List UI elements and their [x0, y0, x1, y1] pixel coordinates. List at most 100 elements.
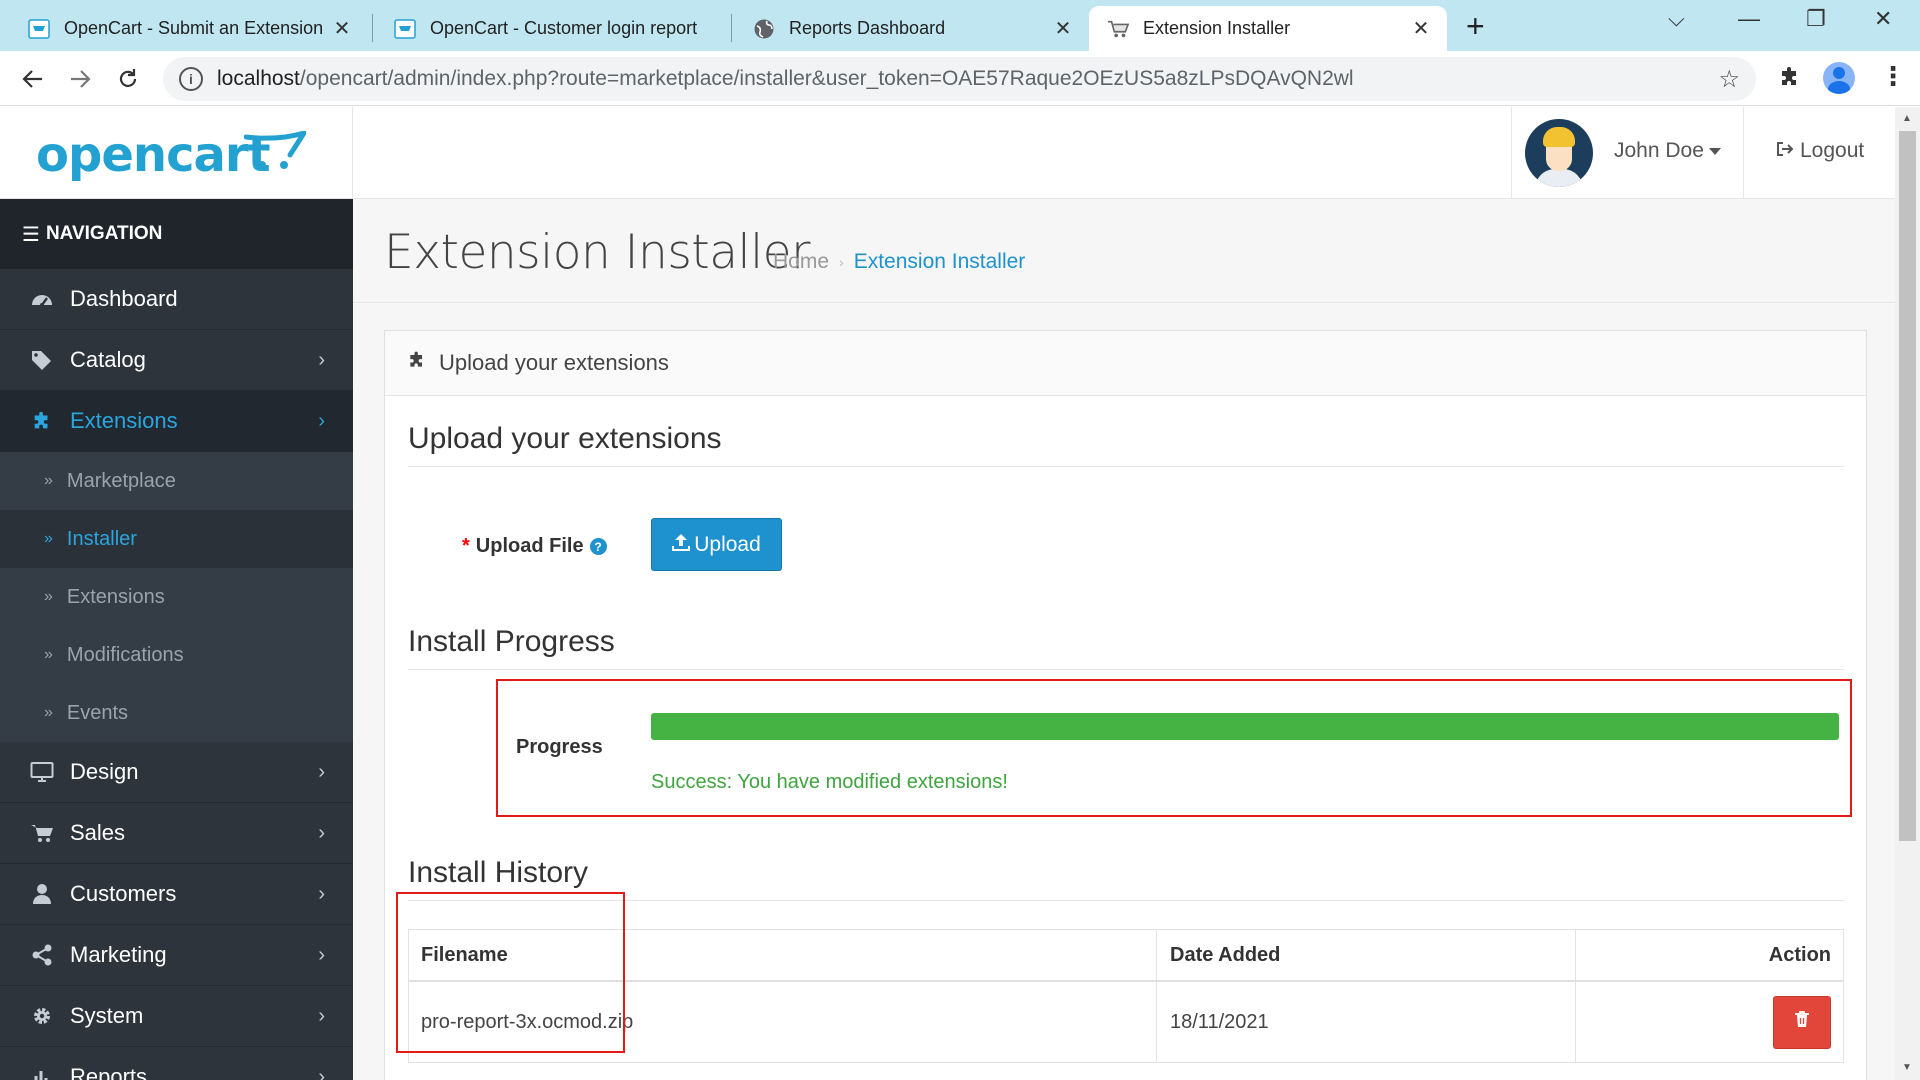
- sidebar-item-customers[interactable]: Customers ›: [0, 864, 353, 925]
- close-window-icon[interactable]: ✕: [1874, 6, 1892, 32]
- web-page: opencart John Doe Logout ☰ NAVIGATION Da…: [0, 107, 1895, 1080]
- restore-icon[interactable]: ❐: [1806, 6, 1826, 32]
- close-tab-icon[interactable]: ✕: [330, 16, 354, 41]
- sidebar-subitem-events[interactable]: » Events: [0, 684, 353, 742]
- chevron-right-icon: ›: [318, 348, 325, 371]
- close-tab-icon[interactable]: ✕: [1409, 16, 1433, 41]
- sidebar-subitem-modifications[interactable]: » Modifications: [0, 626, 353, 684]
- chevron-right-icon: ›: [318, 409, 325, 432]
- upload-button[interactable]: Upload: [651, 518, 782, 571]
- new-tab-plus-icon[interactable]: +: [1466, 8, 1485, 45]
- main-content: Extension Installer Home › Extension Ins…: [353, 199, 1895, 1080]
- double-chevron-icon: »: [44, 530, 53, 547]
- tab-search-chevron-icon[interactable]: ⌵: [1668, 6, 1685, 32]
- sidebar-item-sales[interactable]: Sales ›: [0, 803, 353, 864]
- sidebar-item-marketing[interactable]: Marketing ›: [0, 925, 353, 986]
- extensions-puzzle-icon[interactable]: [1778, 65, 1802, 96]
- required-asterisk: *: [462, 535, 470, 557]
- tab-title: OpenCart - Submit an Extension: [64, 18, 324, 38]
- cart-favicon-icon: [1107, 18, 1129, 40]
- reload-icon[interactable]: [110, 61, 146, 97]
- scroll-up-arrow-icon[interactable]: ▲: [1902, 113, 1912, 124]
- trash-icon: [1794, 1010, 1810, 1034]
- tab-title: Extension Installer: [1143, 18, 1291, 38]
- sidebar-item-extensions[interactable]: Extensions ›: [0, 391, 353, 452]
- breadcrumb-current[interactable]: Extension Installer: [854, 250, 1026, 274]
- tab-divider: [372, 14, 373, 42]
- double-chevron-icon: »: [44, 588, 53, 605]
- page-title: Extension Installer: [384, 225, 810, 280]
- breadcrumb-home[interactable]: Home: [773, 250, 829, 274]
- header-divider: [1511, 107, 1512, 199]
- globe-icon: [753, 18, 775, 40]
- upload-file-label: * Upload File ?: [462, 535, 607, 558]
- double-chevron-icon: »: [44, 704, 53, 721]
- cell-date-added: 18/11/2021: [1157, 982, 1576, 1062]
- panel-heading: Upload your extensions: [385, 331, 1866, 396]
- dashboard-gauge-icon: [28, 289, 56, 309]
- puzzle-piece-icon: [407, 350, 427, 376]
- site-info-icon[interactable]: i: [179, 67, 203, 91]
- url-bar[interactable]: i localhost/opencart/admin/index.php?rou…: [163, 57, 1756, 101]
- shopping-cart-icon: [28, 822, 56, 844]
- sidebar-item-reports[interactable]: Reports ›: [0, 1047, 353, 1080]
- upload-legend: Upload your extensions: [408, 422, 1844, 467]
- browser-tab-reports-dashboard[interactable]: Reports Dashboard ✕: [735, 6, 1089, 51]
- puzzle-piece-icon: [28, 410, 56, 432]
- browser-menu-icon[interactable]: ⋮: [1880, 61, 1906, 92]
- share-icon: [28, 944, 56, 966]
- question-help-icon[interactable]: ?: [589, 538, 607, 555]
- chevron-right-icon: ›: [318, 882, 325, 905]
- cell-action: [1576, 982, 1843, 1062]
- navigation-heading[interactable]: ☰ NAVIGATION: [0, 199, 353, 269]
- sidebar-subitem-installer[interactable]: » Installer: [0, 510, 353, 568]
- progress-highlight-box: [496, 679, 1852, 817]
- user-avatar[interactable]: [1525, 119, 1593, 187]
- upload-icon: [672, 533, 691, 556]
- browser-tab-submit-extension[interactable]: OpenCart - Submit an Extension ✕: [10, 6, 368, 51]
- logout-link[interactable]: Logout: [1776, 139, 1864, 163]
- sidebar-item-dashboard[interactable]: Dashboard: [0, 269, 353, 330]
- sidebar-item-catalog[interactable]: Catalog ›: [0, 330, 353, 391]
- sidebar-subitem-extensions[interactable]: » Extensions: [0, 568, 353, 626]
- tab-title: Reports Dashboard: [789, 18, 946, 38]
- delete-button[interactable]: [1773, 995, 1831, 1049]
- opencart-favicon-icon: [28, 18, 50, 40]
- tab-title: OpenCart - Customer login report: [430, 18, 698, 38]
- bar-chart-icon: [28, 1066, 56, 1080]
- sidebar-item-design[interactable]: Design ›: [0, 742, 353, 803]
- browser-tab-bar: OpenCart - Submit an Extension ✕ OpenCar…: [0, 0, 1920, 51]
- page-header: Extension Installer Home › Extension Ins…: [353, 199, 1895, 303]
- scrollbar-thumb[interactable]: [1899, 131, 1916, 841]
- admin-header: opencart John Doe Logout: [0, 107, 1895, 199]
- scroll-down-arrow-icon[interactable]: ▼: [1902, 1062, 1912, 1073]
- column-header-date-added: Date Added: [1157, 930, 1576, 980]
- chevron-right-icon: ›: [318, 943, 325, 966]
- user-dropdown-caret-icon[interactable]: [1709, 148, 1721, 155]
- double-chevron-icon: »: [44, 472, 53, 489]
- back-arrow-icon[interactable]: [15, 61, 51, 97]
- navigation-sidebar: ☰ NAVIGATION Dashboard Catalog › Extensi…: [0, 199, 353, 1080]
- double-chevron-icon: »: [44, 646, 53, 663]
- forward-arrow-icon[interactable]: [62, 61, 98, 97]
- opencart-logo[interactable]: opencart: [36, 127, 271, 183]
- header-divider: [1743, 107, 1744, 199]
- close-tab-icon[interactable]: ✕: [1051, 16, 1075, 41]
- chevron-right-icon: ›: [318, 1004, 325, 1027]
- minimize-icon[interactable]: —: [1738, 6, 1760, 32]
- sidebar-item-system[interactable]: System ›: [0, 986, 353, 1047]
- bookmark-star-icon[interactable]: ☆: [1718, 65, 1740, 94]
- history-highlight-box: [396, 892, 625, 1053]
- page-scrollbar[interactable]: ▲ ▼: [1895, 107, 1920, 1080]
- breadcrumb-separator-icon: ›: [839, 254, 844, 270]
- user-name[interactable]: John Doe: [1614, 139, 1704, 163]
- tab-divider: [731, 14, 732, 42]
- browser-tab-customer-login-report[interactable]: OpenCart - Customer login report: [376, 6, 730, 51]
- sidebar-subitem-marketplace[interactable]: » Marketplace: [0, 452, 353, 510]
- logo-cart-icon: [244, 131, 306, 169]
- profile-avatar-icon[interactable]: [1823, 62, 1855, 94]
- column-header-action: Action: [1768, 943, 1831, 966]
- chevron-right-icon: ›: [318, 1065, 325, 1080]
- desktop-monitor-icon: [28, 761, 56, 783]
- browser-tab-extension-installer[interactable]: Extension Installer ✕: [1089, 6, 1447, 51]
